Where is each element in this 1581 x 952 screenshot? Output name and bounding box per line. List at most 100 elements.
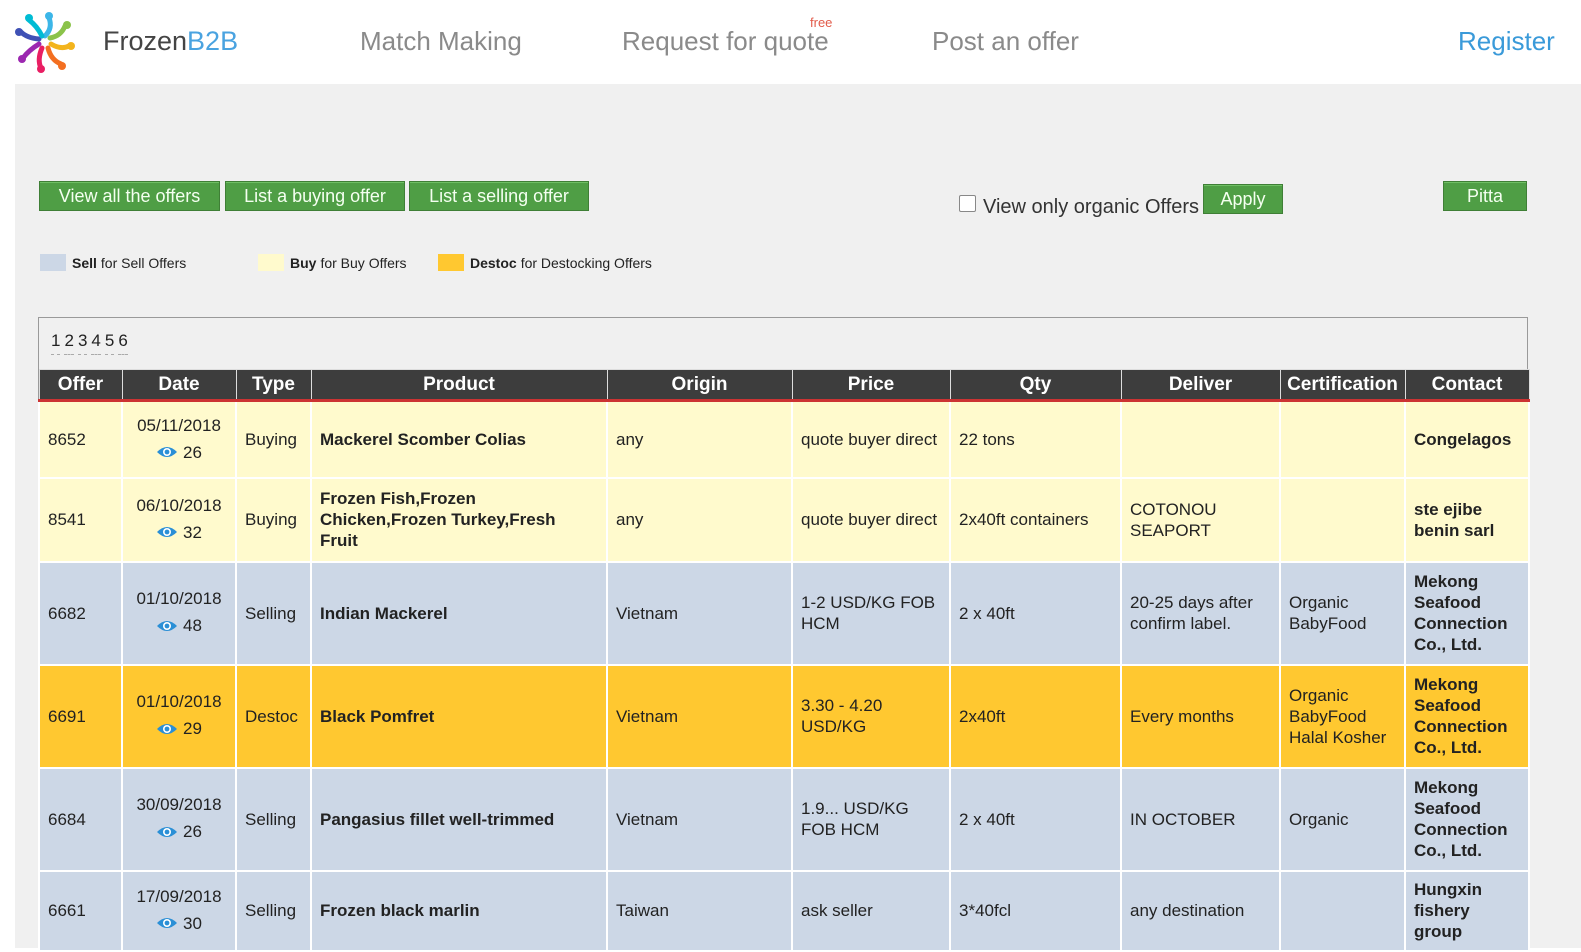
column-header-qty[interactable]: Qty <box>949 369 1122 402</box>
offer-date-cell: 30/09/2018 26 <box>121 766 237 872</box>
offer-price: 3.30 - 4.20 USD/KG <box>791 663 951 769</box>
column-header-origin[interactable]: Origin <box>606 369 793 402</box>
table-body: 8652 05/11/2018 26 Buying Mackerel Scomber C… <box>38 399 1530 952</box>
offer-id: 6691 <box>38 663 123 769</box>
eye-icon <box>156 445 178 459</box>
legend-sell-swatch <box>40 254 66 271</box>
column-header-date[interactable]: Date <box>121 369 237 402</box>
pagination: 123456 <box>51 331 132 355</box>
list-selling-offer-button[interactable]: List a selling offer <box>409 181 589 211</box>
offer-id: 6661 <box>38 869 123 952</box>
page-link-6[interactable]: 6 <box>118 331 128 355</box>
offer-row[interactable]: 6682 01/10/2018 48 Selling Indian Mackerel Vi… <box>38 560 1530 666</box>
nav-request-quote[interactable]: Request for quote <box>622 26 829 57</box>
eye-icon <box>156 722 178 736</box>
eye-icon <box>156 916 178 930</box>
frozenb2b-logo[interactable] <box>12 10 78 74</box>
list-buying-offer-button[interactable]: List a buying offer <box>225 181 405 211</box>
offer-row[interactable]: 8652 05/11/2018 26 Buying Mackerel Scomber C… <box>38 399 1530 479</box>
legend-sell-key: Sell <box>72 254 97 271</box>
page-link-1[interactable]: 1 <box>51 331 61 355</box>
offer-row[interactable]: 8541 06/10/2018 32 Buying Frozen Fish,Frozen… <box>38 476 1530 563</box>
offer-deliver: 20-25 days after confirm label. <box>1120 560 1281 666</box>
offer-id: 8541 <box>38 476 123 563</box>
view-count: 30 <box>156 913 202 934</box>
offer-qty: 2 x 40ft <box>949 766 1122 872</box>
top-navigation: FrozenB2B Match Making Request for quote… <box>0 0 1581 84</box>
offer-contact[interactable]: Mekong Seafood Connection Co., Ltd. <box>1404 663 1530 769</box>
offer-origin: Taiwan <box>606 869 793 952</box>
brand-b2b: B2B <box>187 26 239 56</box>
column-header-type[interactable]: Type <box>235 369 312 402</box>
column-header-contact[interactable]: Contact <box>1404 369 1530 402</box>
user-pitta-button[interactable]: Pitta <box>1443 181 1527 211</box>
offer-row[interactable]: 6684 30/09/2018 26 Selling Pangasius fillet … <box>38 766 1530 872</box>
legend-destoc-key: Destoc <box>470 254 517 271</box>
offer-certification <box>1279 869 1406 952</box>
view-all-offers-button[interactable]: View all the offers <box>39 181 220 211</box>
offer-date: 01/10/2018 <box>136 589 222 609</box>
offer-contact[interactable]: Mekong Seafood Connection Co., Ltd. <box>1404 560 1530 666</box>
eye-icon <box>156 619 178 633</box>
column-header-deliver[interactable]: Deliver <box>1120 369 1281 402</box>
offer-deliver: any destination <box>1120 869 1281 952</box>
page-link-5[interactable]: 5 <box>104 331 115 355</box>
apply-button[interactable]: Apply <box>1203 184 1283 214</box>
offer-origin: Vietnam <box>606 663 793 769</box>
nav-post-offer[interactable]: Post an offer <box>932 26 1079 57</box>
offer-deliver: COTONOU SEAPORT <box>1120 476 1281 563</box>
legend-buy-swatch <box>258 254 284 271</box>
offer-origin: any <box>606 476 793 563</box>
organic-checkbox-label[interactable]: View only organic Offers <box>983 196 1199 219</box>
offer-id: 8652 <box>38 399 123 479</box>
offer-date: 17/09/2018 <box>136 886 222 906</box>
offer-contact[interactable]: Mekong Seafood Connection Co., Ltd. <box>1404 766 1530 872</box>
column-header-price[interactable]: Price <box>791 369 951 402</box>
legend-destoc: Destoc for Destocking Offers <box>438 254 652 271</box>
view-count: 32 <box>156 522 202 543</box>
page-link-3[interactable]: 3 <box>77 331 88 355</box>
offer-certification <box>1279 399 1406 479</box>
view-count: 48 <box>156 615 202 636</box>
page-link-2[interactable]: 2 <box>64 331 74 355</box>
offer-id: 6682 <box>38 560 123 666</box>
offer-qty: 2x40ft containers <box>949 476 1122 563</box>
column-header-product[interactable]: Product <box>310 369 608 402</box>
nav-match-making[interactable]: Match Making <box>360 26 522 57</box>
column-header-certification[interactable]: Certification <box>1279 369 1406 402</box>
offer-certification: Organic BabyFood <box>1279 560 1406 666</box>
view-count: 26 <box>156 442 202 463</box>
offer-deliver: IN OCTOBER <box>1120 766 1281 872</box>
view-count-value: 48 <box>183 616 202 636</box>
page-link-4[interactable]: 4 <box>91 331 101 355</box>
table-header: Offer Date Type Product Origin Price Qty Delive… <box>38 369 1530 402</box>
offer-type: Destoc <box>235 663 312 769</box>
offer-date: 05/11/2018 <box>137 415 221 435</box>
view-count: 29 <box>156 718 202 739</box>
offer-product[interactable]: Frozen black marlin <box>310 869 608 952</box>
offer-row[interactable]: 6691 01/10/2018 29 Destoc Black Pomfret Vietn… <box>38 663 1530 769</box>
offer-contact[interactable]: Hungxin fishery group <box>1404 869 1530 952</box>
offer-contact[interactable]: Congelagos <box>1404 399 1530 479</box>
offer-product[interactable]: Indian Mackerel <box>310 560 608 666</box>
register-link[interactable]: Register <box>1458 26 1555 57</box>
offer-product[interactable]: Pangasius fillet well-trimmed <box>310 766 608 872</box>
brand-name[interactable]: FrozenB2B <box>103 26 238 57</box>
offer-product[interactable]: Frozen Fish,Frozen Chicken,Frozen Turkey… <box>310 476 608 563</box>
offer-price: quote buyer direct <box>791 399 951 479</box>
organic-checkbox[interactable] <box>959 195 976 212</box>
offer-id: 6684 <box>38 766 123 872</box>
offer-type: Selling <box>235 766 312 872</box>
offer-contact[interactable]: ste ejibe benin sarl <box>1404 476 1530 563</box>
column-header-offer[interactable]: Offer <box>38 369 123 402</box>
offer-product[interactable]: Mackerel Scomber Colias <box>310 399 608 479</box>
offer-qty: 22 tons <box>949 399 1122 479</box>
offer-date-cell: 17/09/2018 30 <box>121 869 237 952</box>
offer-price: ask seller <box>791 869 951 952</box>
legend-buy: Buy for Buy Offers <box>258 254 407 271</box>
offer-date-cell: 01/10/2018 29 <box>121 663 237 769</box>
offer-date: 06/10/2018 <box>136 495 222 515</box>
offer-row[interactable]: 6661 17/09/2018 30 Selling Frozen black marl… <box>38 869 1530 952</box>
offer-price: 1.9... USD/KG FOB HCM <box>791 766 951 872</box>
offer-product[interactable]: Black Pomfret <box>310 663 608 769</box>
